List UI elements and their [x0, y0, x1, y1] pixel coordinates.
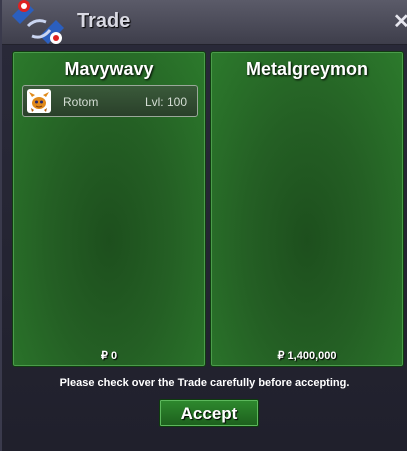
- accept-button[interactable]: Accept: [159, 399, 259, 427]
- partner-offer-panel: Metalgreymon ₽ 1,400,000: [210, 51, 404, 367]
- pokemon-level: Lvl: 100: [144, 95, 187, 109]
- partner-player-name: Metalgreymon: [245, 59, 369, 79]
- window-title: Trade: [77, 10, 131, 32]
- trade-window: Trade ✕ Mavywavy Rotom Lvl: 100 ₽ 0 Meta…: [0, 0, 407, 451]
- pokeball-logo-icon: [12, 0, 64, 44]
- my-money-offer: ₽ 0: [100, 350, 118, 362]
- trade-notice: Please check over the Trade carefully be…: [59, 377, 350, 389]
- pokemon-name: Rotom: [63, 95, 99, 109]
- close-icon[interactable]: ✕: [393, 12, 407, 32]
- my-offer-panel: Mavywavy Rotom Lvl: 100 ₽ 0: [12, 51, 206, 367]
- rotom-icon: [27, 89, 51, 113]
- my-player-name: Mavywavy: [64, 59, 154, 79]
- pokemon-slot[interactable]: Rotom Lvl: 100: [22, 85, 198, 117]
- partner-money-offer: ₽ 1,400,000: [277, 350, 337, 362]
- title-bar[interactable]: Trade ✕: [2, 0, 407, 45]
